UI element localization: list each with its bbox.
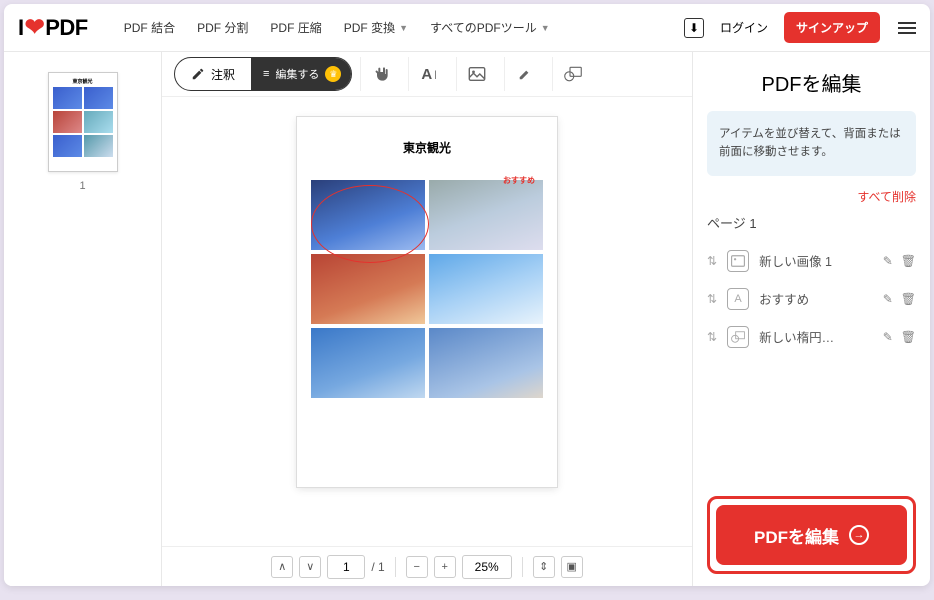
nav-links: PDF 結合 PDF 分割 PDF 圧縮 PDF 変換▼ すべてのPDFツール▼: [124, 19, 550, 36]
thumbnail-number: 1: [79, 180, 85, 192]
caret-down-icon: ▼: [399, 23, 408, 33]
drag-handle-icon[interactable]: ⇅: [707, 254, 717, 268]
layer-label: おすすめ: [759, 289, 873, 308]
layer-label: 新しい画像 1: [759, 251, 873, 270]
login-link[interactable]: ログイン: [720, 19, 768, 36]
edit-icon[interactable]: ✎: [883, 330, 893, 344]
caret-down-icon: ▼: [541, 23, 550, 33]
trash-icon[interactable]: 🗑: [901, 254, 916, 268]
hamburger-menu-icon[interactable]: [898, 19, 916, 37]
nav-convert[interactable]: PDF 変換▼: [344, 19, 408, 36]
list-icon: ≡: [263, 68, 269, 80]
arrow-right-icon: →: [849, 525, 869, 545]
photo-arena: [311, 328, 425, 398]
layer-item-shape[interactable]: ⇅ 新しい楕円… ✎ 🗑: [707, 318, 916, 356]
editor-toolbar: 注釈 ≡ 編集する ♛ A|: [162, 52, 692, 97]
page-thumbnail[interactable]: 東京観光: [48, 72, 118, 172]
zoom-input[interactable]: [462, 555, 512, 579]
image-icon: [727, 250, 749, 272]
delete-all-link[interactable]: すべて削除: [707, 188, 916, 205]
edit-icon[interactable]: ✎: [883, 254, 893, 268]
photo-crossing: [429, 180, 543, 250]
panel-title: PDFを編集: [707, 68, 916, 97]
page-total: / 1: [371, 560, 384, 574]
photo-skytree: [311, 180, 425, 250]
page-title: 東京観光: [311, 139, 543, 156]
prev-page-button[interactable]: ∧: [271, 556, 293, 578]
drag-handle-icon[interactable]: ⇅: [707, 330, 717, 344]
page-section-label: ページ 1: [707, 213, 916, 232]
logo[interactable]: I ❤ PDF: [18, 13, 88, 42]
photo-tower: [429, 254, 543, 324]
annotate-button[interactable]: 注釈: [175, 58, 251, 90]
download-icon[interactable]: ⬇: [684, 18, 704, 38]
shape-tool-button[interactable]: [552, 57, 592, 91]
next-page-button[interactable]: ∨: [299, 556, 321, 578]
submit-button-highlight: PDFを編集 →: [707, 496, 916, 574]
zoom-out-button[interactable]: −: [406, 556, 428, 578]
text-icon: A: [727, 288, 749, 310]
logo-text-left: I: [18, 15, 24, 41]
editor-area: 注釈 ≡ 編集する ♛ A| 東京観光 おすすめ: [162, 52, 692, 586]
image-tool-button[interactable]: [456, 57, 496, 91]
nav-all-tools[interactable]: すべてのPDFツール▼: [430, 19, 550, 36]
top-navigation: I ❤ PDF PDF 結合 PDF 分割 PDF 圧縮 PDF 変換▼ すべて…: [4, 4, 930, 52]
draw-tool-button[interactable]: [504, 57, 544, 91]
zoom-in-button[interactable]: +: [434, 556, 456, 578]
layer-item-text[interactable]: ⇅ A おすすめ ✎ 🗑: [707, 280, 916, 318]
premium-badge-icon: ♛: [325, 66, 341, 82]
layer-label: 新しい楕円…: [759, 327, 873, 346]
info-box: アイテムを並び替えて、背面または前面に移動させます。: [707, 111, 916, 176]
logo-text-right: PDF: [45, 15, 88, 41]
canvas-area[interactable]: 東京観光 おすすめ: [162, 97, 692, 546]
text-tool-button[interactable]: A|: [408, 57, 448, 91]
edit-icon[interactable]: ✎: [883, 292, 893, 306]
fit-height-button[interactable]: ⇕: [533, 556, 555, 578]
trash-icon[interactable]: 🗑: [901, 330, 916, 344]
nav-compress[interactable]: PDF 圧縮: [270, 19, 321, 36]
annotate-edit-toggle: 注釈 ≡ 編集する ♛: [174, 57, 352, 91]
thumbnail-sidebar: 東京観光 1: [4, 52, 162, 586]
trash-icon[interactable]: 🗑: [901, 292, 916, 306]
layer-item-image[interactable]: ⇅ 新しい画像 1 ✎ 🗑: [707, 242, 916, 280]
right-panel: PDFを編集 アイテムを並び替えて、背面または前面に移動させます。 すべて削除 …: [692, 52, 930, 586]
pdf-page[interactable]: 東京観光 おすすめ: [297, 117, 557, 487]
photo-diet: [429, 328, 543, 398]
recommend-label: おすすめ: [503, 175, 535, 186]
photo-temple: [311, 254, 425, 324]
signup-button[interactable]: サインアップ: [784, 12, 880, 43]
shape-icon: [727, 326, 749, 348]
edit-button[interactable]: ≡ 編集する ♛: [251, 58, 351, 90]
fit-page-button[interactable]: ▣: [561, 556, 583, 578]
pencil-icon: [191, 67, 205, 81]
hand-tool-button[interactable]: [360, 57, 400, 91]
drag-handle-icon[interactable]: ⇅: [707, 292, 717, 306]
pager-bar: ∧ ∨ / 1 − + ⇕ ▣: [162, 546, 692, 586]
nav-split[interactable]: PDF 分割: [197, 19, 248, 36]
edit-pdf-button[interactable]: PDFを編集 →: [716, 505, 907, 565]
nav-merge[interactable]: PDF 結合: [124, 19, 175, 36]
page-number-input[interactable]: [327, 555, 365, 579]
photo-grid: [311, 180, 543, 398]
heart-icon: ❤: [25, 13, 45, 42]
